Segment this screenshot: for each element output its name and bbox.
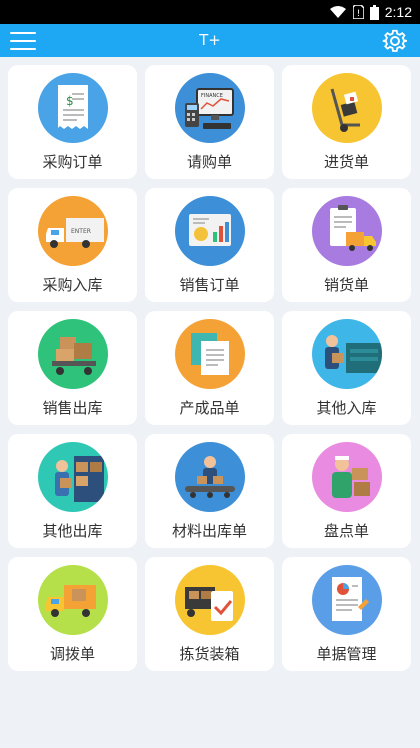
tile-label: 拣货装箱 [179,645,240,663]
tile-label: 销货单 [323,276,369,294]
app-title: T+ [199,31,221,49]
tile-document-management[interactable]: 单据管理 [282,557,411,671]
tile-sales-order[interactable]: 销售订单 [145,188,274,302]
tile-label: 其他入库 [316,399,377,417]
battery-icon [369,4,379,20]
tile-material-outbound[interactable]: 材料出库单 [145,434,274,548]
tile-label: 调拨单 [49,645,95,663]
tile-requisition[interactable]: FINANCE 请购单 [145,65,274,179]
tile-transfer[interactable]: 调拨单 [8,557,137,671]
tile-pick-pack[interactable]: 拣货装箱 [145,557,274,671]
inventory-worker-icon [311,442,382,512]
worker-truck-icon [311,319,382,389]
tile-label: 销售出库 [42,399,103,417]
status-bar: ! 2:12 [0,0,420,24]
tile-label: 产成品单 [179,399,240,417]
svg-text:FINANCE: FINANCE [201,93,223,99]
tile-label: 材料出库单 [171,522,247,540]
tile-label: 盘点单 [323,522,369,540]
receipt-icon: $ [37,73,108,143]
tile-label: 其他出库 [42,522,103,540]
tile-label: 销售订单 [179,276,240,294]
worker-boxes-icon [37,442,108,512]
gear-icon [382,29,408,52]
tile-sales-delivery[interactable]: 销货单 [282,188,411,302]
tile-other-outbound[interactable]: 其他出库 [8,434,137,548]
tile-label: 采购订单 [42,153,103,171]
finance-computer-icon: FINANCE [174,73,245,143]
cart-boxes-icon [37,319,108,389]
status-time: 2:12 [384,4,412,20]
tile-sales-outbound[interactable]: 销售出库 [8,311,137,425]
tile-other-inbound[interactable]: 其他入库 [282,311,411,425]
dump-truck-icon [37,565,108,635]
hand-truck-icon [311,73,382,143]
tile-label: 采购入库 [42,276,103,294]
settings-button[interactable] [382,28,408,54]
tile-stocktake[interactable]: 盘点单 [282,434,411,548]
sales-chart-icon [174,196,245,266]
tile-purchase-order[interactable]: $ 采购订单 [8,65,137,179]
packing-check-icon [174,565,245,635]
empty-area [0,684,420,748]
tile-label: 单据管理 [316,645,377,663]
tile-label: 进货单 [323,153,369,171]
document-report-icon [311,565,382,635]
delivery-truck-icon: ENTER [37,196,108,266]
clipboard-truck-icon [311,196,382,266]
tile-finished-goods[interactable]: 产成品单 [145,311,274,425]
svg-text:!: ! [356,9,360,19]
app-bar: T+ [0,24,420,57]
function-grid: $ 采购订单 FINANCE 请购单 进货单 ENTER 采购入库 销售订单 销… [8,65,412,671]
tile-label: 请购单 [186,153,232,171]
wifi-icon [329,5,347,19]
conveyor-icon [174,442,245,512]
svg-text:$: $ [66,94,74,108]
tile-goods-receipt[interactable]: 进货单 [282,65,411,179]
documents-icon [174,319,245,389]
svg-text:ENTER: ENTER [71,228,91,235]
no-sim-icon: ! [352,5,364,19]
tile-purchase-inbound[interactable]: ENTER 采购入库 [8,188,137,302]
